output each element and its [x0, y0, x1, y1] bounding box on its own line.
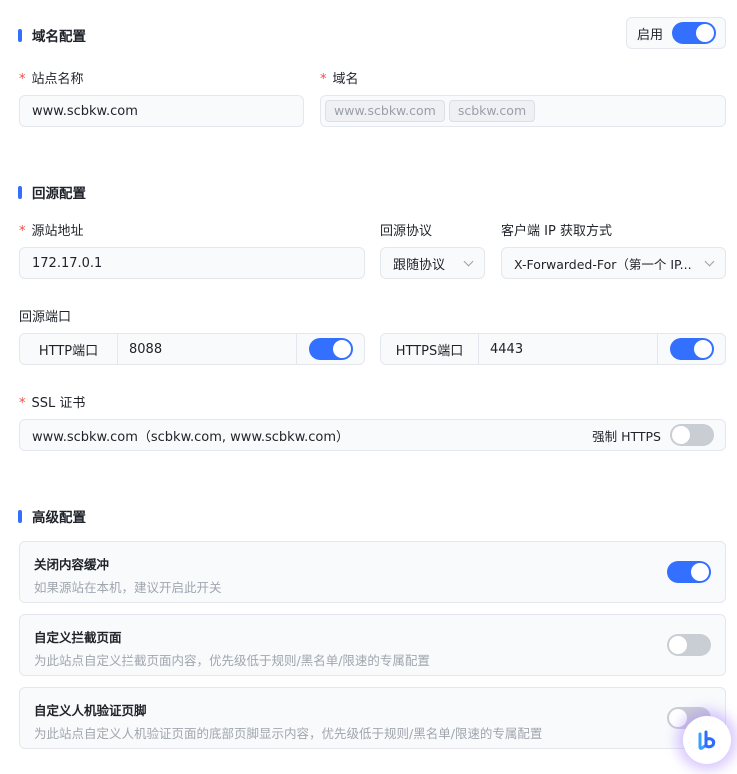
- enable-label: 启用: [637, 27, 664, 43]
- force-https-switch[interactable]: [670, 424, 714, 446]
- https-port-input[interactable]: 4443: [479, 334, 658, 364]
- https-port-switch[interactable]: [669, 338, 714, 360]
- required-mark: *: [19, 396, 26, 411]
- domain-tags-input[interactable]: www.scbkw.com scbkw.com: [320, 95, 726, 127]
- client-ip-label: 客户端 IP 获取方式: [501, 224, 612, 239]
- section-title-text: 高级配置: [32, 510, 86, 526]
- ssl-label: * SSL 证书: [19, 396, 86, 411]
- section-bar-icon: [18, 28, 22, 42]
- advanced-item-desc: 为此站点自定义人机验证页面的底部页脚显示内容，优先级低于规则/黑名单/限速的专属…: [34, 726, 543, 741]
- section-title-advanced: 高级配置: [18, 506, 86, 526]
- advanced-item-custom-captcha-footer: 自定义人机验证页脚 为此站点自定义人机验证页面的底部页脚显示内容，优先级低于规则…: [19, 687, 726, 749]
- required-mark: *: [19, 224, 26, 239]
- required-mark: *: [320, 72, 327, 87]
- client-ip-select[interactable]: X-Forwarded-For（第一个 IP...: [501, 247, 726, 279]
- section-title-text: 回源配置: [32, 186, 86, 202]
- section-bar-icon: [18, 185, 22, 199]
- domain-tag[interactable]: scbkw.com: [448, 100, 536, 122]
- ssl-select[interactable]: www.scbkw.com（scbkw.com, www.scbkw.com） …: [19, 419, 726, 451]
- custom-block-page-switch[interactable]: [667, 634, 711, 656]
- origin-addr-input[interactable]: 172.17.0.1: [19, 247, 365, 279]
- https-port-group: HTTPS端口 4443: [380, 333, 726, 365]
- advanced-item-desc: 如果源站在本机，建议开启此开关: [34, 580, 222, 595]
- section-title-domain: 域名配置: [18, 25, 86, 45]
- switch-knob: [669, 636, 687, 654]
- required-mark: *: [19, 72, 26, 87]
- advanced-item-desc: 为此站点自定义拦截页面内容，优先级低于规则/黑名单/限速的专属配置: [34, 653, 430, 668]
- http-port-group: HTTP端口 8088: [19, 333, 365, 365]
- protocol-select[interactable]: 跟随协议: [380, 247, 485, 279]
- enable-switch[interactable]: [672, 22, 716, 44]
- http-port-switch-cell: [297, 334, 364, 364]
- switch-knob: [691, 563, 709, 581]
- switch-knob: [669, 709, 687, 727]
- origin-addr-label: * 源站地址: [19, 224, 84, 239]
- advanced-item-custom-block-page: 自定义拦截页面 为此站点自定义拦截页面内容，优先级低于规则/黑名单/限速的专属配…: [19, 614, 726, 676]
- http-port-switch[interactable]: [308, 338, 353, 360]
- port-label: 回源端口: [19, 310, 72, 325]
- chevron-down-icon: [704, 256, 715, 266]
- http-port-input[interactable]: 8088: [118, 334, 297, 364]
- disable-buffer-switch[interactable]: [667, 561, 711, 583]
- assistant-logo-icon: [698, 730, 716, 750]
- section-title-text: 域名配置: [32, 29, 86, 45]
- switch-knob: [693, 340, 712, 358]
- chevron-down-icon: [463, 256, 474, 266]
- site-name-input[interactable]: www.scbkw.com: [19, 95, 304, 127]
- advanced-item-title: 自定义拦截页面: [34, 630, 122, 645]
- force-https-label: 强制 HTTPS: [592, 428, 661, 444]
- https-port-switch-cell: [658, 334, 725, 364]
- switch-knob: [332, 340, 351, 358]
- domain-tag[interactable]: www.scbkw.com: [325, 100, 445, 122]
- protocol-label: 回源协议: [380, 224, 433, 239]
- switch-knob: [672, 426, 690, 444]
- assistant-button[interactable]: [683, 716, 731, 764]
- section-title-origin: 回源配置: [18, 182, 86, 202]
- advanced-item-title: 自定义人机验证页脚: [34, 703, 147, 718]
- domain-label: * 域名: [320, 72, 359, 87]
- switch-knob: [696, 24, 714, 42]
- http-port-label: HTTP端口: [20, 334, 118, 364]
- https-port-label: HTTPS端口: [381, 334, 479, 364]
- site-name-label: * 站点名称: [19, 72, 84, 87]
- advanced-item-title: 关闭内容缓冲: [34, 557, 110, 572]
- advanced-item-disable-buffer: 关闭内容缓冲 如果源站在本机，建议开启此开关: [19, 541, 726, 603]
- enable-toggle-box[interactable]: 启用: [626, 17, 726, 49]
- section-bar-icon: [18, 509, 22, 523]
